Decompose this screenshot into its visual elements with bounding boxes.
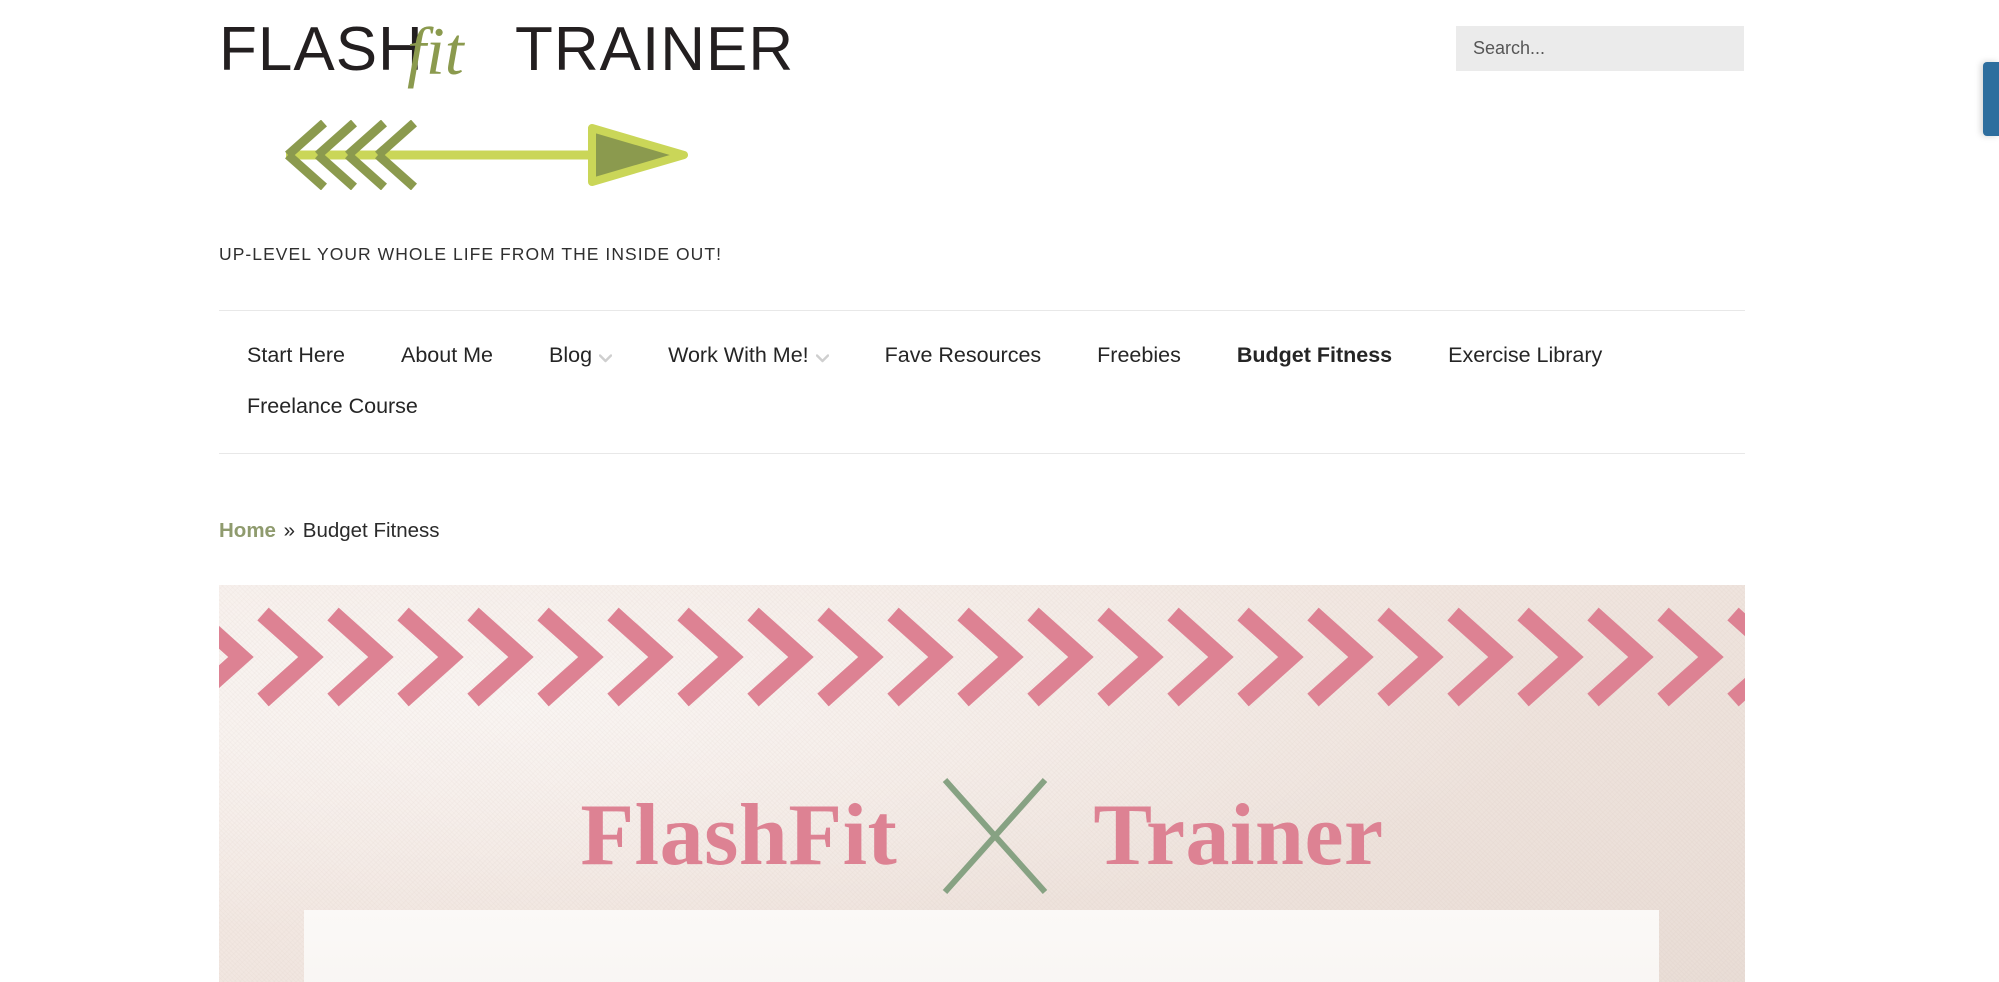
nav-item-fave-resources[interactable]: Fave Resources (857, 330, 1070, 381)
nav-label: Blog (549, 343, 593, 367)
breadcrumb: Home » Budget Fitness (219, 519, 440, 543)
primary-navigation: Start Here About Me Blog Work With Me! F… (219, 310, 1745, 454)
site-tagline: UP-LEVEL YOUR WHOLE LIFE FROM THE INSIDE… (219, 244, 722, 264)
nav-item-freelance-course[interactable]: Freelance Course (219, 381, 446, 432)
hero-word-left: FlashFit (580, 786, 898, 884)
nav-label: Freelance Course (247, 394, 418, 419)
breadcrumb-home-link[interactable]: Home (219, 519, 276, 542)
svg-text:fit: fit (407, 13, 466, 89)
hero-banner: FlashFit Trainer (219, 585, 1745, 982)
svg-text:TRAINER: TRAINER (515, 15, 794, 84)
chevron-pattern-band (219, 602, 1745, 712)
x-cross-icon (931, 772, 1059, 900)
search-form[interactable] (1456, 26, 1744, 71)
nav-item-work-with-me[interactable]: Work With Me! (640, 330, 857, 381)
logo-wordmark-icon: FLASH fit TRAINER (219, 13, 794, 89)
arrow-right-icon (285, 120, 688, 190)
hero-title: FlashFit Trainer (219, 763, 1745, 908)
nav-item-blog[interactable]: Blog (521, 330, 640, 381)
nav-label: About Me (400, 343, 494, 367)
nav-item-start-here[interactable]: Start Here (219, 330, 373, 381)
nav-list: Start Here About Me Blog Work With Me! F… (219, 330, 1745, 433)
nav-label: Fave Resources (884, 343, 1042, 367)
chevron-down-icon (599, 354, 613, 363)
hero-content-card (304, 910, 1659, 982)
chevron-down-icon (815, 354, 829, 363)
site-logo[interactable]: FLASH fit TRAINER (219, 12, 819, 202)
chevron-right-icon (219, 607, 1745, 707)
share-tab[interactable] (1983, 62, 1999, 136)
nav-label: Freebies (1097, 343, 1181, 367)
site-header: FLASH fit TRAINER UP-LEVEL YOUR WHOLE LI… (0, 0, 1999, 310)
hero-word-right: Trainer (1093, 786, 1384, 884)
breadcrumb-current: Budget Fitness (302, 519, 440, 542)
svg-text:FLASH: FLASH (219, 15, 424, 84)
nav-item-freebies[interactable]: Freebies (1069, 330, 1209, 381)
nav-item-about-me[interactable]: About Me (373, 330, 521, 381)
nav-item-exercise-library[interactable]: Exercise Library (1420, 330, 1630, 381)
nav-label: Budget Fitness (1236, 343, 1393, 367)
page-root: FLASH fit TRAINER UP-LEVEL YOUR WHOLE LI… (0, 0, 1999, 982)
search-input[interactable] (1456, 26, 1744, 71)
nav-item-budget-fitness[interactable]: Budget Fitness (1209, 330, 1420, 381)
breadcrumb-separator: » (283, 519, 296, 542)
nav-label: Start Here (247, 343, 345, 367)
nav-label: Exercise Library (1448, 343, 1603, 367)
nav-label: Work With Me! (668, 343, 809, 367)
